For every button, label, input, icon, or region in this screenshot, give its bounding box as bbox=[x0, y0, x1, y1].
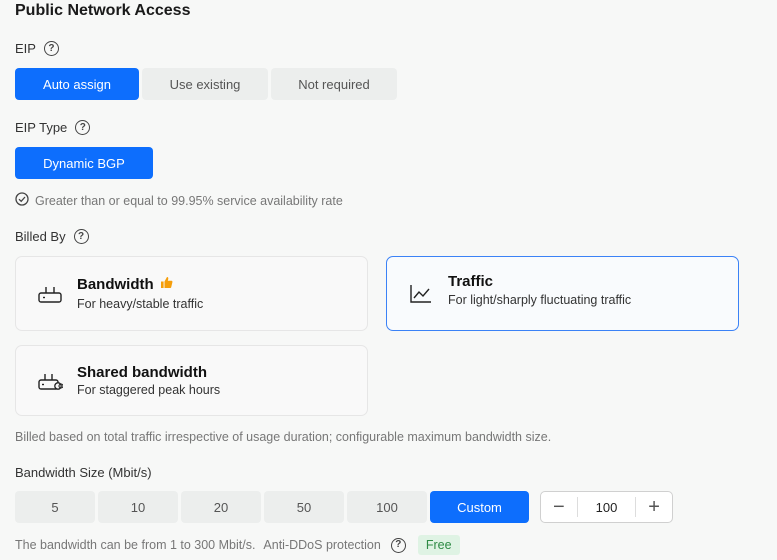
check-circle-icon bbox=[15, 192, 29, 209]
billing-card-shared-bandwidth[interactable]: Shared bandwidth For staggered peak hour… bbox=[15, 345, 368, 416]
free-badge: Free bbox=[417, 535, 460, 555]
billing-card-traffic[interactable]: Traffic For light/sharply fluctuating tr… bbox=[386, 256, 739, 331]
bandwidth-size-segment: 5 10 20 50 100 Custom bbox=[15, 491, 529, 523]
help-icon[interactable]: ? bbox=[390, 537, 406, 553]
bandwidth-stepper: − 100 + bbox=[540, 491, 673, 523]
eip-auto-assign-button[interactable]: Auto assign bbox=[15, 68, 139, 100]
thumbs-up-icon bbox=[160, 276, 173, 293]
bandwidth-value-input[interactable]: 100 bbox=[576, 497, 637, 517]
card-title: Shared bandwidth bbox=[77, 364, 208, 381]
eip-type-label-row: EIP Type ? bbox=[15, 120, 91, 135]
help-icon[interactable]: ? bbox=[75, 120, 91, 135]
eip-type-label: EIP Type bbox=[15, 120, 68, 135]
increment-button[interactable]: + bbox=[636, 492, 672, 522]
bandwidth-option-5[interactable]: 5 bbox=[15, 491, 95, 523]
billed-by-label-row: Billed By ? bbox=[15, 229, 89, 244]
ddos-label: Anti-DDoS protection bbox=[263, 538, 381, 552]
bandwidth-option-20[interactable]: 20 bbox=[181, 491, 261, 523]
eip-label: EIP bbox=[15, 41, 36, 56]
card-title: Bandwidth bbox=[77, 276, 154, 293]
help-icon[interactable]: ? bbox=[73, 229, 89, 244]
router-icon bbox=[36, 284, 64, 304]
line-chart-icon bbox=[407, 284, 435, 304]
card-subtitle: For light/sharply fluctuating traffic bbox=[448, 292, 632, 307]
bandwidth-option-50[interactable]: 50 bbox=[264, 491, 344, 523]
help-icon[interactable]: ? bbox=[43, 41, 59, 56]
shared-router-icon bbox=[36, 371, 64, 391]
bandwidth-option-custom[interactable]: Custom bbox=[430, 491, 529, 523]
billed-by-label: Billed By bbox=[15, 229, 66, 244]
bandwidth-option-10[interactable]: 10 bbox=[98, 491, 178, 523]
availability-text: Greater than or equal to 99.95% service … bbox=[35, 193, 343, 208]
eip-use-existing-button[interactable]: Use existing bbox=[142, 68, 268, 100]
eip-segment: Auto assign Use existing Not required bbox=[15, 68, 397, 100]
card-title: Traffic bbox=[448, 272, 494, 290]
card-subtitle: For heavy/stable traffic bbox=[77, 297, 204, 311]
card-subtitle: For staggered peak hours bbox=[77, 383, 221, 397]
bandwidth-footer: The bandwidth can be from 1 to 300 Mbit/… bbox=[15, 535, 460, 555]
eip-not-required-button[interactable]: Not required bbox=[271, 68, 397, 100]
decrement-button[interactable]: − bbox=[541, 492, 577, 522]
section-title: Public Network Access bbox=[15, 2, 191, 19]
bandwidth-size-label: Bandwidth Size (Mbit/s) bbox=[15, 465, 152, 480]
bandwidth-range-note: The bandwidth can be from 1 to 300 Mbit/… bbox=[15, 538, 256, 552]
billing-card-bandwidth[interactable]: Bandwidth For heavy/stable traffic bbox=[15, 256, 368, 331]
billing-description: Billed based on total traffic irrespecti… bbox=[15, 430, 552, 444]
eip-label-row: EIP ? bbox=[15, 41, 59, 56]
availability-note: Greater than or equal to 99.95% service … bbox=[15, 192, 343, 209]
eip-type-segment: Dynamic BGP bbox=[15, 147, 153, 179]
bandwidth-option-100[interactable]: 100 bbox=[347, 491, 427, 523]
eip-type-dynamic-bgp-button[interactable]: Dynamic BGP bbox=[15, 147, 153, 179]
